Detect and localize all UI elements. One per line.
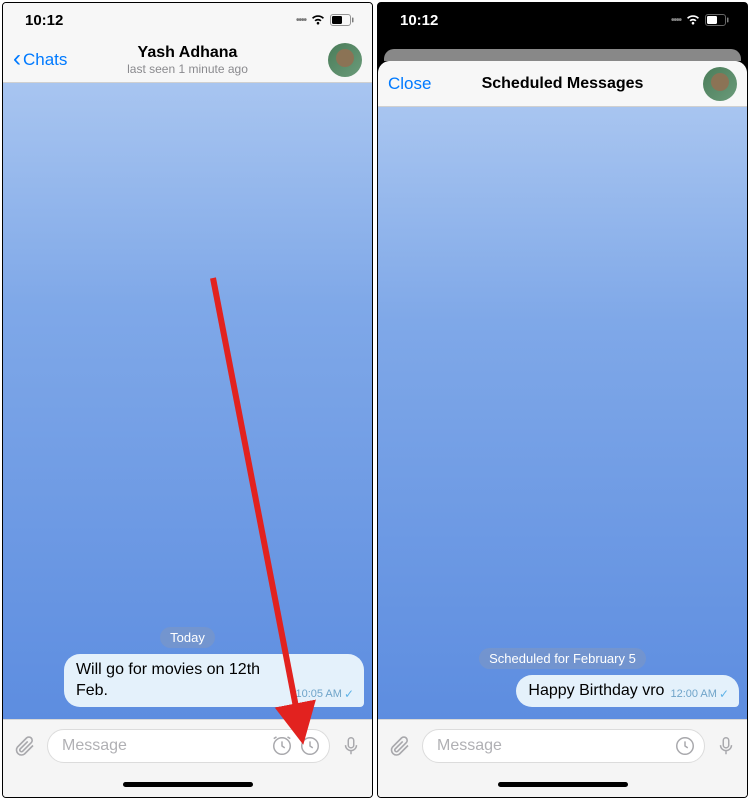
status-icons: •••• — [671, 14, 729, 26]
home-indicator[interactable] — [123, 782, 253, 787]
chat-title-group[interactable]: Yash Adhana last seen 1 minute ago — [127, 44, 248, 76]
message-row: Happy Birthday vro 12:00 AM ✓ — [386, 675, 739, 707]
message-meta: 12:00 AM ✓ — [670, 687, 729, 701]
message-text: Happy Birthday vro — [528, 681, 664, 702]
input-placeholder: Message — [62, 737, 265, 755]
phone-left-screen: 10:12 •••• ‹ Chats Yash Adhana last seen… — [3, 3, 372, 797]
avatar[interactable] — [703, 67, 737, 101]
date-separator: Scheduled for February 5 — [479, 648, 646, 669]
input-bar: Message — [378, 719, 747, 771]
date-separator: Today — [160, 627, 215, 648]
modal-header: Close Scheduled Messages — [378, 61, 747, 107]
back-label: Chats — [23, 50, 67, 70]
battery-icon — [330, 14, 354, 26]
chat-area[interactable]: Scheduled for February 5 Happy Birthday … — [378, 107, 747, 719]
status-time: 10:12 — [25, 12, 63, 29]
status-icons: •••• — [296, 14, 354, 26]
phone-left: 10:12 •••• ‹ Chats Yash Adhana last seen… — [2, 2, 373, 798]
chat-area[interactable]: Today Will go for movies on 12th Feb. 10… — [3, 83, 372, 719]
status-bar: 10:12 •••• — [3, 3, 372, 37]
message-input[interactable]: Message — [422, 729, 705, 763]
check-icon: ✓ — [344, 687, 354, 701]
home-indicator-area — [3, 771, 372, 797]
back-button[interactable]: ‹ Chats — [13, 49, 67, 71]
phone-right: 10:12 •••• Close Scheduled Messages — [377, 2, 748, 798]
message-time: 12:00 AM — [670, 688, 716, 700]
modal-backdrop — [378, 37, 747, 61]
chat-title: Yash Adhana — [127, 44, 248, 62]
outgoing-message-bubble[interactable]: Happy Birthday vro 12:00 AM ✓ — [516, 675, 739, 707]
avatar[interactable] — [328, 43, 362, 77]
status-time: 10:12 — [400, 12, 438, 29]
microphone-icon[interactable] — [340, 735, 362, 757]
cellular-icon: •••• — [296, 15, 306, 26]
message-text: Will go for movies on 12th Feb. — [76, 660, 290, 702]
chat-header: ‹ Chats Yash Adhana last seen 1 minute a… — [3, 37, 372, 83]
home-indicator[interactable] — [498, 782, 628, 787]
chat-subtitle: last seen 1 minute ago — [127, 62, 248, 76]
message-time: 10:05 AM — [295, 688, 341, 700]
message-input[interactable]: Message — [47, 729, 330, 763]
timer-icon[interactable] — [674, 735, 696, 757]
close-label: Close — [388, 74, 431, 93]
wifi-icon — [685, 14, 701, 26]
outgoing-message-bubble[interactable]: Will go for movies on 12th Feb. 10:05 AM… — [64, 654, 364, 707]
cellular-icon: •••• — [671, 15, 681, 26]
message-row: Will go for movies on 12th Feb. 10:05 AM… — [11, 654, 364, 707]
wifi-icon — [310, 14, 326, 26]
attachment-icon[interactable] — [388, 734, 412, 758]
modal-title-group: Scheduled Messages — [482, 75, 644, 93]
home-indicator-area — [378, 771, 747, 797]
close-button[interactable]: Close — [388, 74, 431, 94]
phone-right-screen: 10:12 •••• Close Scheduled Messages — [378, 3, 747, 797]
microphone-icon[interactable] — [715, 735, 737, 757]
status-bar: 10:12 •••• — [378, 3, 747, 37]
check-icon: ✓ — [719, 687, 729, 701]
attachment-icon[interactable] — [13, 734, 37, 758]
scheduled-send-icon[interactable] — [271, 735, 293, 757]
modal-title: Scheduled Messages — [482, 75, 644, 93]
input-placeholder: Message — [437, 737, 668, 755]
message-meta: 10:05 AM ✓ — [295, 687, 354, 701]
timer-icon[interactable] — [299, 735, 321, 757]
sheet-behind — [384, 49, 741, 61]
battery-icon — [705, 14, 729, 26]
chevron-left-icon: ‹ — [13, 47, 21, 71]
input-bar: Message — [3, 719, 372, 771]
